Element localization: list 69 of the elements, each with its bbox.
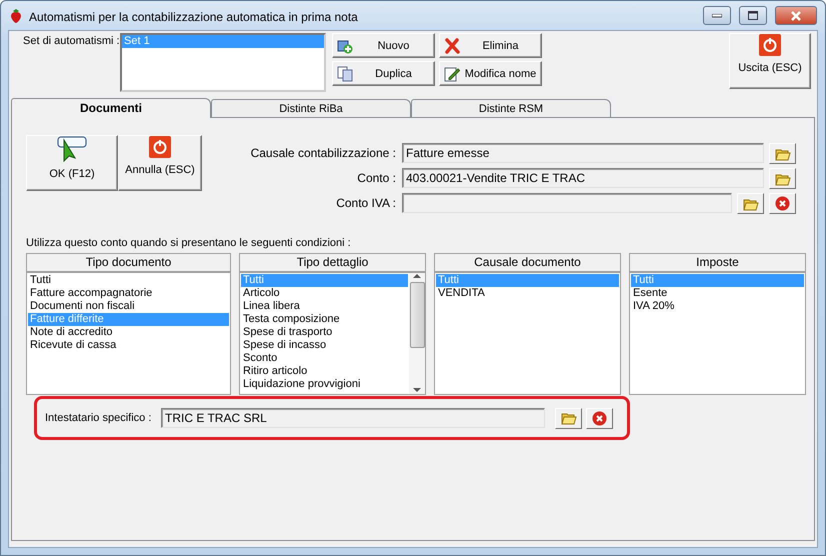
folder-icon (774, 146, 790, 160)
strawberry-icon (9, 8, 23, 24)
list-header: Imposte (630, 254, 805, 273)
new-item-icon (337, 38, 353, 54)
list-item[interactable]: Esente (631, 287, 804, 300)
tab[interactable]: Documenti (11, 98, 211, 118)
list-item[interactable]: Documenti non fiscali (28, 300, 229, 313)
ok-cursor-icon (56, 136, 88, 162)
set-label: Set di automatismi : (23, 34, 120, 49)
toolbar-button[interactable]: Nuovo (332, 33, 435, 58)
list-item[interactable]: Fatture accompagnatorie (28, 287, 229, 300)
power-icon (759, 34, 781, 56)
action-button[interactable]: Annulla (ESC) (118, 135, 202, 191)
browse-button[interactable] (769, 168, 796, 189)
field-label: Causale contabilizzazione : (250, 145, 397, 162)
minimize-icon (712, 14, 722, 18)
notepad-pencil-icon (444, 66, 460, 82)
power-icon (149, 136, 171, 158)
list-header: Tipo documento (27, 254, 230, 273)
list-item[interactable]: Ricevute di cassa (28, 339, 229, 352)
clear-button[interactable] (769, 193, 796, 214)
input-field[interactable]: TRIC E TRAC SRL (161, 408, 545, 428)
list-header: Causale documento (435, 254, 620, 273)
scrollbar[interactable] (409, 273, 425, 394)
maximize-icon (748, 11, 758, 20)
field-label: Conto IVA : (335, 195, 397, 212)
scroll-down-icon (413, 386, 421, 394)
toolbar-button[interactable]: Duplica (332, 61, 435, 86)
field-label: Conto : (356, 170, 397, 187)
folder-icon (742, 196, 758, 210)
close-button[interactable] (775, 6, 817, 25)
documents-icon (337, 66, 353, 82)
close-icon (790, 10, 802, 20)
delete-icon (444, 38, 460, 54)
maximize-button[interactable] (739, 6, 767, 25)
list-header: Tipo dettaglio (240, 254, 425, 273)
list-item[interactable]: Liquidazione provvigioni (241, 378, 408, 391)
toolbar-button[interactable]: Modifica nome (439, 61, 542, 86)
clear-icon (592, 410, 607, 426)
browse-button[interactable] (737, 193, 764, 214)
clear-button[interactable] (586, 408, 613, 428)
tab[interactable]: Distinte RiBa (211, 99, 411, 117)
toolbar-button[interactable]: Elimina (439, 33, 542, 58)
browse-button[interactable] (555, 408, 582, 428)
list-item[interactable]: Note di accredito (28, 326, 229, 339)
exit-button[interactable]: Uscita (ESC) (729, 33, 811, 89)
folder-icon (774, 172, 790, 186)
folder-icon (560, 411, 576, 425)
list-item[interactable]: Spese di trasporto (241, 326, 408, 339)
list-item[interactable]: Ritiro articolo (241, 365, 408, 378)
input-field[interactable] (402, 193, 732, 213)
action-button[interactable]: OK (F12) (26, 135, 118, 191)
window-title: Automatismi per la contabilizzazione automatica in prima nota (29, 8, 359, 24)
input-field[interactable]: Fatture emesse (402, 143, 764, 163)
list-item[interactable]: Sconto (241, 352, 408, 365)
list-item[interactable]: IVA 20% (631, 300, 804, 313)
browse-button[interactable] (769, 143, 796, 164)
list-item[interactable]: Testa composizione (241, 313, 408, 326)
clear-icon (775, 196, 790, 211)
input-field[interactable]: 403.00021-Vendite TRIC E TRAC (402, 168, 764, 188)
minimize-button[interactable] (703, 6, 731, 25)
field-label: Intestatario specifico : (45, 412, 152, 424)
list-item[interactable]: Linea libera (241, 300, 408, 313)
list-item[interactable]: Articolo (241, 287, 408, 300)
list-item[interactable]: Tutti (28, 274, 229, 287)
conditions-caption: Utilizza questo conto quando si presentano le seguenti condizioni : (26, 237, 352, 249)
list-item[interactable]: VENDITA (436, 287, 619, 300)
list-item[interactable]: Spese di incasso (241, 339, 408, 352)
tab[interactable]: Distinte RSM (411, 99, 611, 117)
